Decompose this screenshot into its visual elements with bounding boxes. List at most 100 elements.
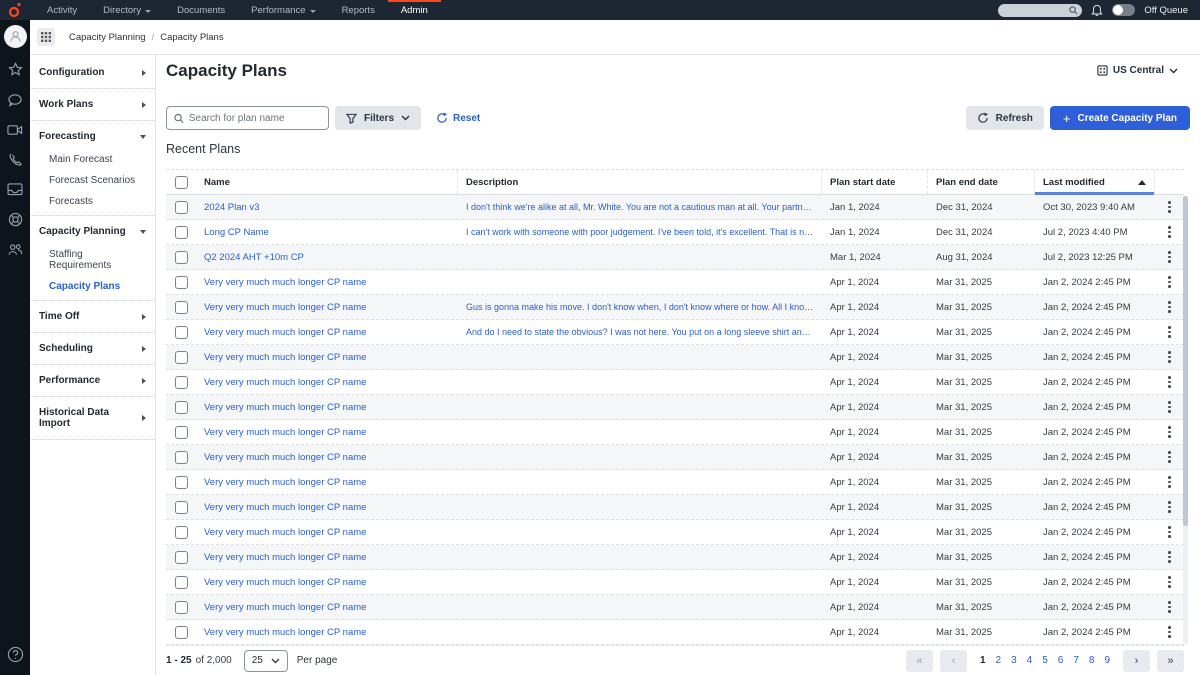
business-unit-selector[interactable]: US Central [1097, 65, 1178, 76]
row-checkbox[interactable] [174, 475, 188, 489]
kebab-menu-icon[interactable] [1163, 448, 1176, 466]
plan-name-link[interactable]: Long CP Name [196, 227, 458, 238]
breadcrumb-capacity-planning[interactable]: Capacity Planning [69, 32, 146, 43]
select-all-checkbox[interactable] [174, 175, 188, 189]
nav-directory[interactable]: Directory [90, 0, 164, 20]
table-row[interactable]: Very very much much longer CP name Gus i… [166, 295, 1184, 320]
table-row[interactable]: Q2 2024 AHT +10m CP Mar 1, 2024 Aug 31, … [166, 245, 1184, 270]
row-checkbox[interactable] [174, 575, 188, 589]
table-row[interactable]: Very very much much longer CP name Apr 1… [166, 520, 1184, 545]
column-header-plan-start-date[interactable]: Plan start date [822, 170, 928, 194]
column-header-last-modified[interactable]: Last modified [1035, 170, 1155, 195]
global-search-input[interactable] [998, 3, 1083, 17]
nav-admin[interactable]: Admin [387, 0, 441, 20]
row-checkbox[interactable] [174, 500, 188, 514]
plan-name-link[interactable]: Very very much much longer CP name [196, 377, 458, 388]
table-row[interactable]: Very very much much longer CP name Apr 1… [166, 545, 1184, 570]
plan-name-link[interactable]: Very very much much longer CP name [196, 327, 458, 338]
help-icon[interactable] [7, 646, 24, 663]
column-header-plan-end-date[interactable]: Plan end date [928, 170, 1035, 194]
filters-button[interactable]: Filters [335, 106, 422, 130]
last-page-button[interactable]: » [1157, 649, 1184, 672]
page-number-2[interactable]: 2 [996, 655, 1002, 666]
row-checkbox[interactable] [174, 325, 188, 339]
sidebar-item-capacity-planning[interactable]: Capacity Planning [30, 219, 155, 244]
row-checkbox[interactable] [174, 225, 188, 239]
plan-name-link[interactable]: Very very much much longer CP name [196, 402, 458, 413]
reset-button[interactable]: Reset [436, 112, 480, 124]
plan-name-link[interactable]: Very very much much longer CP name [196, 527, 458, 538]
plan-name-link[interactable]: Very very much much longer CP name [196, 602, 458, 613]
plan-description-link[interactable]: Gus is gonna make his move. I don't know… [458, 302, 822, 312]
sidebar-item-forecasts[interactable]: Forecasts [30, 191, 155, 212]
plan-name-link[interactable]: Very very much much longer CP name [196, 352, 458, 363]
kebab-menu-icon[interactable] [1163, 373, 1176, 391]
plan-name-link[interactable]: Q2 2024 AHT +10m CP [196, 252, 458, 263]
sidebar-item-main-forecast[interactable]: Main Forecast [30, 149, 155, 170]
page-number-4[interactable]: 4 [1027, 655, 1033, 666]
notifications-bell-icon[interactable] [1091, 4, 1104, 17]
row-checkbox[interactable] [174, 450, 188, 464]
per-page-select[interactable]: 25 [243, 649, 288, 672]
kebab-menu-icon[interactable] [1163, 273, 1176, 291]
kebab-menu-icon[interactable] [1163, 423, 1176, 441]
nav-performance[interactable]: Performance [238, 0, 328, 20]
breadcrumb-capacity-plans[interactable]: Capacity Plans [160, 32, 223, 43]
sidebar-item-historical-data-import[interactable]: Historical Data Import [30, 400, 155, 436]
page-number-7[interactable]: 7 [1073, 655, 1079, 666]
kebab-menu-icon[interactable] [1163, 298, 1176, 316]
refresh-button[interactable]: Refresh [965, 106, 1044, 130]
chat-icon[interactable] [7, 91, 24, 108]
table-row[interactable]: Very very much much longer CP name Apr 1… [166, 470, 1184, 495]
table-row[interactable]: Very very much much longer CP name Apr 1… [166, 270, 1184, 295]
row-checkbox[interactable] [174, 400, 188, 414]
sidebar-item-capacity-plans[interactable]: Capacity Plans [30, 276, 155, 297]
row-checkbox[interactable] [174, 300, 188, 314]
create-capacity-plan-button[interactable]: + Create Capacity Plan [1049, 106, 1190, 130]
row-checkbox[interactable] [174, 600, 188, 614]
row-checkbox[interactable] [174, 250, 188, 264]
table-row[interactable]: Very very much much longer CP name Apr 1… [166, 495, 1184, 520]
row-checkbox[interactable] [174, 350, 188, 364]
plan-name-link[interactable]: Very very much much longer CP name [196, 502, 458, 513]
page-number-6[interactable]: 6 [1058, 655, 1064, 666]
table-row[interactable]: Very very much much longer CP name And d… [166, 320, 1184, 345]
support-headset-icon[interactable] [7, 211, 24, 228]
app-grid-icon[interactable] [37, 28, 55, 46]
plan-description-link[interactable]: And do I need to state the obvious? I wa… [458, 327, 822, 337]
sidebar-item-time-off[interactable]: Time Off [30, 304, 155, 329]
kebab-menu-icon[interactable] [1163, 248, 1176, 266]
row-checkbox[interactable] [174, 625, 188, 639]
kebab-menu-icon[interactable] [1163, 223, 1176, 241]
kebab-menu-icon[interactable] [1163, 623, 1176, 641]
plan-name-link[interactable]: Very very much much longer CP name [196, 452, 458, 463]
kebab-menu-icon[interactable] [1163, 573, 1176, 591]
row-checkbox[interactable] [174, 275, 188, 289]
queue-status-toggle[interactable] [1112, 4, 1136, 16]
plan-description-link[interactable]: I don't think we're alike at all, Mr. Wh… [458, 202, 822, 212]
table-row[interactable]: Very very much much longer CP name Apr 1… [166, 395, 1184, 420]
kebab-menu-icon[interactable] [1163, 323, 1176, 341]
table-row[interactable]: Very very much much longer CP name Apr 1… [166, 345, 1184, 370]
scrollbar-thumb[interactable] [1183, 196, 1188, 526]
plan-search-input[interactable] [188, 112, 321, 124]
table-scrollbar[interactable] [1183, 196, 1188, 644]
kebab-menu-icon[interactable] [1163, 523, 1176, 541]
plan-name-link[interactable]: Very very much much longer CP name [196, 302, 458, 313]
table-row[interactable]: Very very much much longer CP name Apr 1… [166, 595, 1184, 620]
table-row[interactable]: 2024 Plan v3 I don't think we're alike a… [166, 195, 1184, 220]
table-row[interactable]: Very very much much longer CP name Apr 1… [166, 445, 1184, 470]
table-row[interactable]: Very very much much longer CP name Apr 1… [166, 370, 1184, 395]
phone-icon[interactable] [7, 151, 24, 168]
kebab-menu-icon[interactable] [1163, 598, 1176, 616]
table-row[interactable]: Very very much much longer CP name Apr 1… [166, 420, 1184, 445]
row-checkbox[interactable] [174, 425, 188, 439]
nav-reports[interactable]: Reports [329, 0, 388, 20]
favorites-star-icon[interactable] [7, 61, 24, 78]
kebab-menu-icon[interactable] [1163, 398, 1176, 416]
sidebar-item-performance[interactable]: Performance [30, 368, 155, 393]
plan-description-link[interactable]: I can't work with someone with poor judg… [458, 227, 822, 237]
sidebar-item-staffing-requirements[interactable]: Staffing Requirements [30, 244, 155, 276]
plan-name-link[interactable]: Very very much much longer CP name [196, 577, 458, 588]
column-header-description[interactable]: Description [458, 170, 822, 194]
